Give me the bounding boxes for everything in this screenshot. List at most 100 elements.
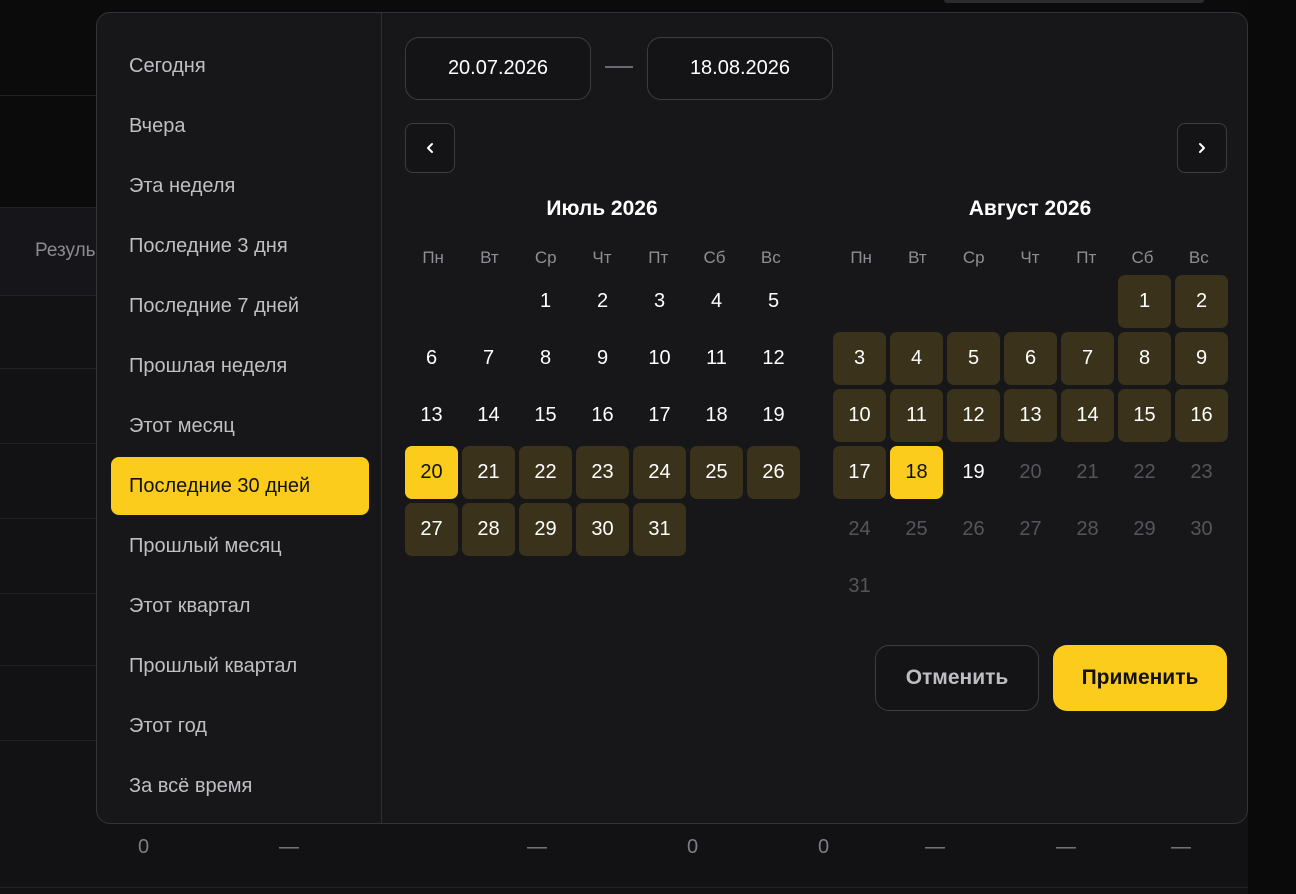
end-date-input[interactable]: 18.08.2026	[647, 37, 833, 100]
day-cell[interactable]: 17	[833, 446, 886, 499]
table-cell: —	[527, 836, 547, 858]
day-cell[interactable]: 17	[633, 389, 686, 442]
day-cell[interactable]: 16	[1175, 389, 1228, 442]
page-search-bar-edge	[944, 0, 1204, 3]
weekday-label: Сб	[703, 248, 726, 267]
day-cell[interactable]: 1	[519, 275, 572, 328]
date-range-picker: Сегодня Вчера Эта неделя Последние 3 дня…	[96, 12, 1248, 824]
table-row-divider	[0, 443, 100, 444]
day-cell[interactable]: 3	[633, 275, 686, 328]
preset-last-quarter[interactable]: Прошлый квартал	[111, 637, 369, 695]
weekday-label: Вт	[480, 248, 499, 267]
preset-this-quarter[interactable]: Этот квартал	[111, 577, 369, 635]
day-cell[interactable]: 21	[462, 446, 515, 499]
day-cell[interactable]: 6	[1004, 332, 1057, 385]
day-cell[interactable]: 5	[947, 332, 1000, 385]
day-cell: 28	[1076, 518, 1099, 540]
day-cell[interactable]: 13	[1004, 389, 1057, 442]
apply-button[interactable]: Применить	[1053, 645, 1227, 711]
chevron-left-icon	[427, 143, 433, 153]
preset-last-30-days[interactable]: Последние 30 дней	[111, 457, 369, 515]
day-cell[interactable]: 9	[576, 332, 629, 385]
day-cell[interactable]: 30	[576, 503, 629, 556]
day-grid: 1 2 3 4 5 6 7 8 9 10 11 12 13 14 15 16 17 18 19 20 21 22 23 24 2…	[833, 275, 1232, 617]
day-cell[interactable]: 15	[1118, 389, 1171, 442]
month-august: Август 2026 Пн Вт Ср Чт Пт Сб Вс 1234567…	[833, 193, 1228, 617]
weekday-label: Вс	[1188, 248, 1209, 267]
day-cell: 31	[848, 575, 871, 597]
preset-this-week[interactable]: Эта неделя	[111, 157, 369, 215]
day-cell[interactable]: 18	[890, 446, 943, 499]
day-blank	[833, 275, 886, 328]
day-cell[interactable]: 29	[519, 503, 572, 556]
day-cell[interactable]: 1	[1118, 275, 1171, 328]
day-cell[interactable]: 27	[405, 503, 458, 556]
day-cell[interactable]: 4	[690, 275, 743, 328]
day-cell[interactable]: 14	[462, 389, 515, 442]
day-cell[interactable]: 16	[576, 389, 629, 442]
day-cell[interactable]: 19	[747, 389, 800, 442]
next-month-button[interactable]	[1177, 123, 1227, 173]
day-cell[interactable]: 7	[1061, 332, 1114, 385]
preset-last-month[interactable]: Прошлый месяц	[111, 517, 369, 575]
table-row-divider	[0, 665, 100, 666]
table-row-divider	[0, 368, 100, 369]
weekday-label: Сб	[1131, 248, 1154, 267]
month-title: Июль 2026	[546, 197, 658, 220]
day-cell[interactable]: 25	[690, 446, 743, 499]
day-cell[interactable]: 10	[833, 389, 886, 442]
day-cell[interactable]: 19	[947, 446, 1000, 499]
preset-all-time[interactable]: За всё время	[111, 757, 369, 815]
day-cell[interactable]: 2	[576, 275, 629, 328]
date-range-separator	[605, 66, 633, 68]
day-cell[interactable]: 2	[1175, 275, 1228, 328]
day-cell[interactable]: 9	[1175, 332, 1228, 385]
day-cell[interactable]: 15	[519, 389, 572, 442]
day-cell[interactable]: 24	[633, 446, 686, 499]
day-cell[interactable]: 5	[747, 275, 800, 328]
day-cell[interactable]: 18	[690, 389, 743, 442]
day-cell[interactable]: 22	[519, 446, 572, 499]
day-cell[interactable]: 10	[633, 332, 686, 385]
day-cell[interactable]: 4	[890, 332, 943, 385]
preset-last-7-days[interactable]: Последние 7 дней	[111, 277, 369, 335]
start-date-input[interactable]: 20.07.2026	[405, 37, 591, 100]
day-cell[interactable]: 28	[462, 503, 515, 556]
day-blank	[1004, 275, 1057, 328]
day-cell[interactable]: 6	[405, 332, 458, 385]
day-cell[interactable]: 3	[833, 332, 886, 385]
weekday-label: Чт	[1020, 248, 1040, 267]
day-cell[interactable]: 31	[633, 503, 686, 556]
day-cell[interactable]: 26	[747, 446, 800, 499]
day-cell[interactable]: 11	[690, 332, 743, 385]
day-blank	[1061, 275, 1114, 328]
day-cell[interactable]: 8	[1118, 332, 1171, 385]
preset-this-year[interactable]: Этот год	[111, 697, 369, 755]
day-cell[interactable]: 23	[576, 446, 629, 499]
day-cell[interactable]: 8	[519, 332, 572, 385]
day-cell[interactable]: 20	[405, 446, 458, 499]
day-cell[interactable]: 14	[1061, 389, 1114, 442]
table-cell: —	[925, 836, 945, 858]
day-cell[interactable]: 12	[947, 389, 1000, 442]
preset-today[interactable]: Сегодня	[111, 37, 369, 95]
day-cell[interactable]: 12	[747, 332, 800, 385]
prev-month-button[interactable]	[405, 123, 455, 173]
preset-last-3-days[interactable]: Последние 3 дня	[111, 217, 369, 275]
day-cell[interactable]: 13	[405, 389, 458, 442]
day-cell: 27	[1019, 518, 1042, 540]
preset-last-week[interactable]: Прошлая неделя	[111, 337, 369, 395]
table-row-divider	[0, 518, 100, 519]
day-cell[interactable]: 11	[890, 389, 943, 442]
day-cell: 25	[905, 518, 928, 540]
day-blank	[947, 275, 1000, 328]
preset-yesterday[interactable]: Вчера	[111, 97, 369, 155]
preset-this-month[interactable]: Этот месяц	[111, 397, 369, 455]
cancel-button[interactable]: Отменить	[875, 645, 1039, 711]
results-label: Резуль	[35, 240, 96, 261]
day-cell: 24	[848, 518, 871, 540]
weekday-label: Вт	[908, 248, 927, 267]
day-cell[interactable]: 7	[462, 332, 515, 385]
day-blank	[890, 275, 943, 328]
day-grid: 1 2 3 4 5 6 7 8 9 10 11 12 13 14 15 16 17 18 19 20 21 22 23 24 2…	[405, 275, 804, 560]
